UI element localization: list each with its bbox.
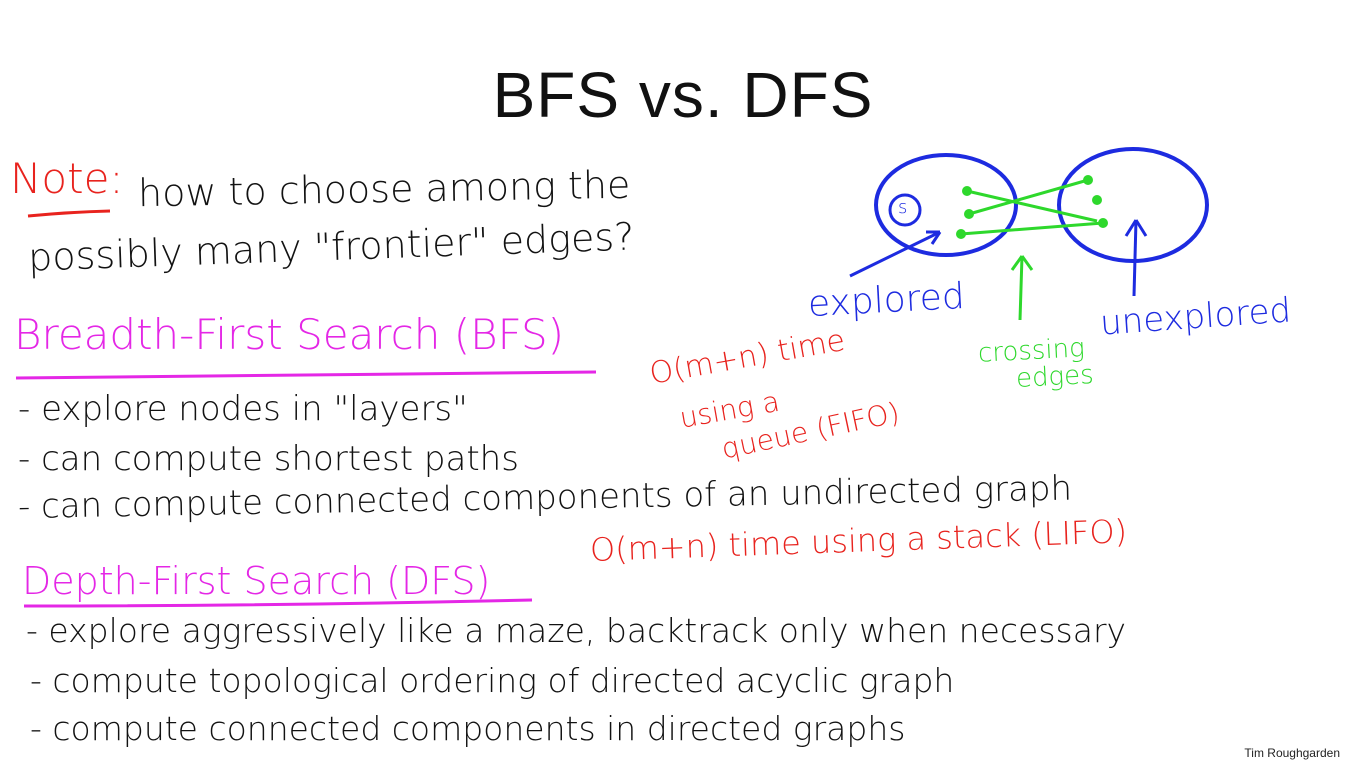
dfs-bullet-1: - explore aggressively like a maze, back… [26, 611, 1127, 650]
author-credit: Tim Roughgarden [1244, 746, 1340, 760]
dfs-bullet-2: - compute topological ordering of direct… [30, 661, 955, 700]
dfs-bullet-3: - compute connected components in direct… [30, 709, 906, 748]
dfs-heading-underline [23, 598, 533, 608]
